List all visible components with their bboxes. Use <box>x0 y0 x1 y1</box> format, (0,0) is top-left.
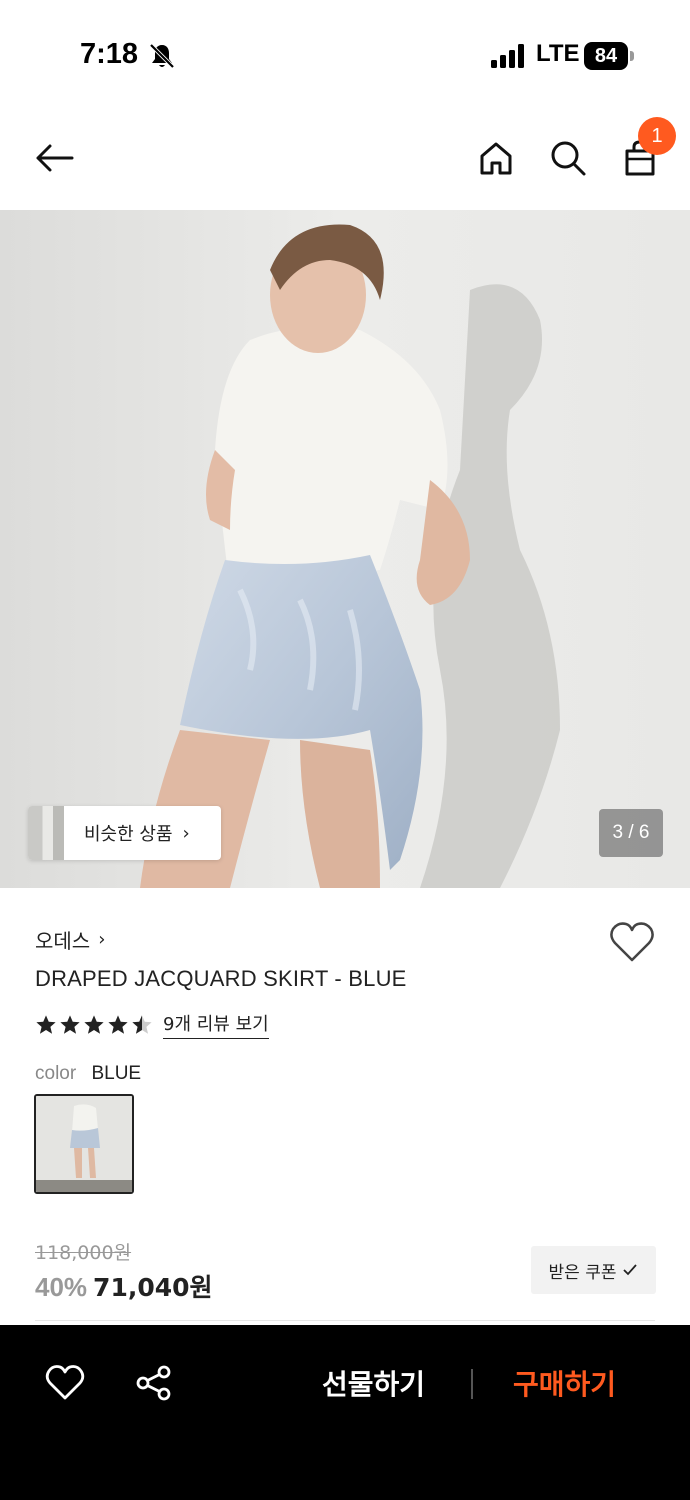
coupon-label: 받은 쿠폰 <box>548 1262 617 1283</box>
check-icon <box>623 1264 638 1276</box>
signal-icon <box>491 44 524 68</box>
bottom-action-bar: 선물하기 구매하기 <box>0 1325 690 1500</box>
color-swatch-blue[interactable] <box>34 1094 134 1194</box>
battery-level: 84 <box>584 42 628 70</box>
original-price: 118,000원 <box>35 1242 132 1264</box>
search-icon[interactable] <box>546 136 590 180</box>
star-rating <box>35 1014 153 1036</box>
home-icon[interactable] <box>474 136 518 180</box>
price-row: 40% 71,040원 <box>35 1268 213 1304</box>
status-bar: 7:18 LTE 84 <box>0 0 690 110</box>
rating-row: 9개 리뷰 보기 <box>35 1010 269 1039</box>
top-nav <box>0 110 690 210</box>
star-full-icon <box>108 1014 128 1034</box>
heart-icon[interactable] <box>45 1363 85 1403</box>
review-link[interactable]: 9개 리뷰 보기 <box>163 1010 269 1039</box>
back-arrow-icon[interactable] <box>32 136 76 180</box>
product-photo <box>0 210 690 888</box>
similar-products-label: 비슷한 상품 <box>84 824 173 845</box>
product-title: DRAPED JACQUARD SKIRT - BLUE <box>35 966 407 991</box>
sale-price: 71,040원 <box>93 1273 213 1302</box>
brand-name: 오데스 <box>35 929 91 953</box>
chevron-right-icon: › <box>98 929 106 950</box>
coupon-button[interactable]: 받은 쿠폰 <box>531 1246 656 1294</box>
divider <box>35 1320 655 1321</box>
discount-rate: 40% <box>35 1272 88 1302</box>
cart-count-badge: 1 <box>638 117 676 155</box>
chevron-right-icon: › <box>182 822 190 844</box>
similar-products-button[interactable]: 비슷한 상품 › <box>28 806 221 860</box>
buy-button[interactable]: 구매하기 <box>513 1363 616 1403</box>
similar-thumbnail <box>28 806 64 860</box>
star-full-icon <box>60 1014 80 1034</box>
star-full-icon <box>36 1014 56 1034</box>
separator <box>471 1369 473 1399</box>
image-page-counter: 3 / 6 <box>599 809 663 857</box>
heart-icon[interactable] <box>609 920 655 964</box>
star-half-icon <box>132 1014 152 1034</box>
product-image-gallery[interactable]: 비슷한 상품 › 3 / 6 <box>0 210 690 888</box>
swatch-photo <box>36 1096 132 1192</box>
bell-muted-icon <box>149 43 175 69</box>
star-full-icon <box>84 1014 104 1034</box>
color-value: BLUE <box>91 1063 142 1084</box>
color-label: color <box>35 1063 77 1084</box>
gift-button[interactable]: 선물하기 <box>322 1363 425 1403</box>
color-option-row: color BLUE <box>35 1063 141 1085</box>
brand-link[interactable]: 오데스 › <box>35 925 105 954</box>
share-icon[interactable] <box>134 1363 174 1403</box>
status-time: 7:18 <box>80 38 139 70</box>
battery-icon: 84 <box>584 42 634 70</box>
network-type: LTE <box>536 40 580 67</box>
